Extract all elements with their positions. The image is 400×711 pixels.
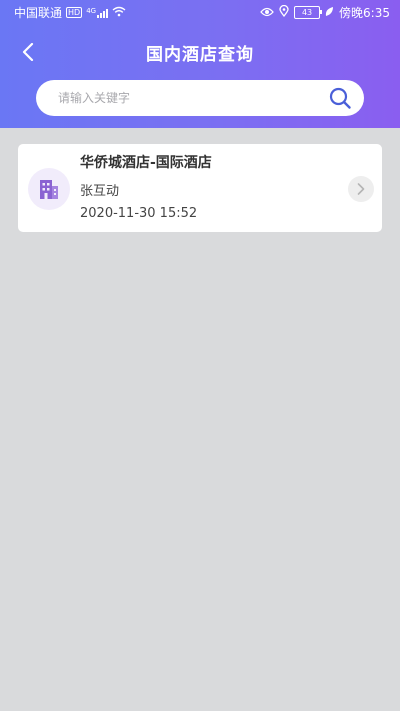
battery-icon: 43 bbox=[294, 6, 323, 19]
status-bar: 中国联通 HD 4G 43 傍晚6:35 bbox=[0, 0, 400, 24]
status-left: 中国联通 HD 4G bbox=[14, 4, 126, 21]
carrier-name: 中国联通 bbox=[14, 6, 63, 20]
guest-name: 张互动 bbox=[80, 184, 120, 199]
signal-icon: 4G bbox=[86, 6, 109, 18]
search-bar bbox=[36, 80, 364, 116]
network-type: 4G bbox=[86, 6, 97, 15]
record-datetime: 2020-11-30 15:52 bbox=[80, 206, 198, 221]
clock-time: 傍晚6:35 bbox=[339, 6, 390, 20]
chevron-right-icon bbox=[357, 183, 365, 195]
detail-arrow-button[interactable] bbox=[348, 176, 374, 202]
search-icon[interactable] bbox=[328, 86, 352, 110]
building-icon bbox=[40, 180, 58, 199]
location-icon bbox=[279, 4, 289, 20]
hotel-avatar bbox=[28, 168, 70, 210]
app-screen: 中国联通 HD 4G 43 傍晚6:35 国内酒店查询 请输入关键字 华侨城酒店… bbox=[0, 0, 400, 711]
nav-bar: 国内酒店查询 bbox=[0, 30, 400, 74]
search-input[interactable] bbox=[58, 80, 318, 116]
page-title: 国内酒店查询 bbox=[146, 45, 254, 65]
status-right: 43 傍晚6:35 bbox=[260, 4, 390, 21]
wifi-icon bbox=[112, 6, 126, 20]
eye-comfort-icon bbox=[260, 6, 274, 20]
battery-level: 43 bbox=[301, 8, 313, 17]
leaf-icon bbox=[325, 6, 334, 20]
hotel-name: 华侨城酒店-国际酒店 bbox=[80, 155, 212, 171]
hotel-result-card[interactable]: 华侨城酒店-国际酒店 张互动 2020-11-30 15:52 bbox=[18, 144, 382, 232]
hd-badge: HD bbox=[66, 7, 83, 18]
